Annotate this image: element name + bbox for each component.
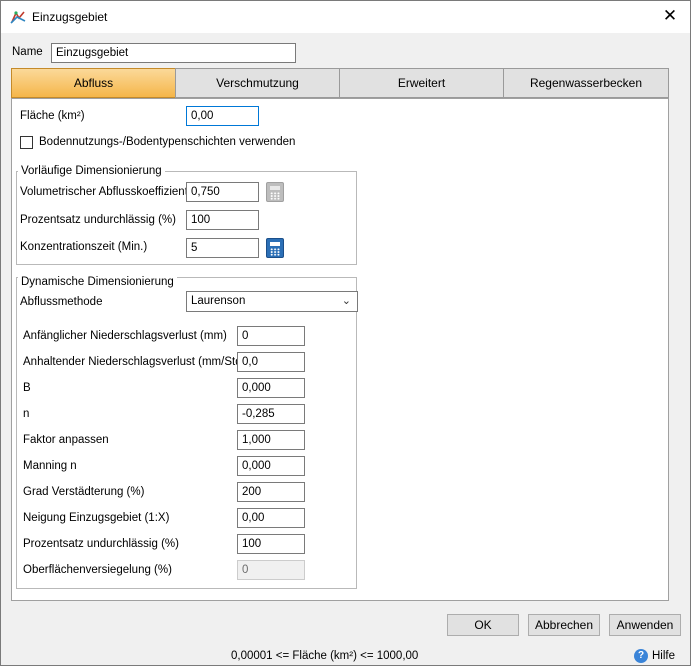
tab-bar: Abfluss Verschmutzung Erweitert Regenwas… (11, 68, 669, 98)
soil-layers-label: Bodennutzungs-/Bodentypenschichten verwe… (39, 136, 296, 148)
dialog-window: Einzugsgebiet ✕ Name Einzugsgebiet Abflu… (0, 0, 691, 666)
tab-abfluss[interactable]: Abfluss (11, 68, 176, 98)
field-label: Neigung Einzugsgebiet (1:X) (23, 512, 170, 524)
concentration-label: Konzentrationszeit (Min.) (20, 241, 148, 253)
status-hint: 0,00001 <= Fläche (km²) <= 1000,00 (231, 650, 419, 662)
surface-sealing-input: 0 (237, 560, 305, 580)
chevron-down-icon: ⌄ (341, 295, 351, 307)
calculator-icon[interactable] (266, 238, 284, 258)
initial-loss-input[interactable]: 0 (237, 326, 305, 346)
field-label: Prozentsatz undurchlässig (%) (23, 538, 179, 550)
close-button[interactable]: ✕ (650, 1, 690, 33)
soil-layers-checkbox[interactable] (20, 136, 33, 149)
catchment-app-icon (10, 11, 26, 24)
field-label: n (23, 408, 30, 420)
help-icon[interactable]: ? (634, 649, 648, 663)
field-label: Anfänglicher Niederschlagsverlust (mm) (23, 330, 227, 342)
urbanization-input[interactable]: 200 (237, 482, 305, 502)
cancel-button[interactable]: Abbrechen (528, 614, 600, 636)
field-label: Oberflächenversiegelung (%) (23, 564, 172, 576)
method-label: Abflussmethode (20, 296, 103, 308)
area-label: Fläche (km²) (20, 110, 85, 122)
impervious-dynamic-input[interactable]: 100 (237, 534, 305, 554)
continuing-loss-input[interactable]: 0,0 (237, 352, 305, 372)
window-title: Einzugsgebiet (32, 10, 108, 24)
field-label: Grad Verstädterung (%) (23, 486, 145, 498)
method-select[interactable]: Laurenson ⌄ (186, 291, 358, 312)
dynamic-title: Dynamische Dimensionierung (18, 276, 177, 288)
abfluss-panel: Fläche (km²) 0,00 Bodennutzungs-/Bodenty… (11, 98, 669, 601)
ok-button[interactable]: OK (447, 614, 519, 636)
field-label: Faktor anpassen (23, 434, 109, 446)
preliminary-title: Vorläufige Dimensionierung (18, 165, 165, 177)
help-link[interactable]: Hilfe (652, 650, 675, 662)
tab-regenwasserbecken[interactable]: Regenwasserbecken (503, 68, 669, 98)
impervious-input[interactable]: 100 (186, 210, 259, 230)
manning-n-input[interactable]: 0,000 (237, 456, 305, 476)
runoff-coeff-label: Volumetrischer Abflusskoeffizient (20, 186, 188, 198)
field-label: Manning n (23, 460, 77, 472)
slope-input[interactable]: 0,00 (237, 508, 305, 528)
concentration-input[interactable]: 5 (186, 238, 259, 258)
field-label: Anhaltender Niederschlagsverlust (mm/Std… (23, 356, 249, 368)
name-input[interactable]: Einzugsgebiet (51, 43, 296, 63)
field-label: B (23, 382, 31, 394)
tab-verschmutzung[interactable]: Verschmutzung (175, 68, 340, 98)
runoff-coeff-input[interactable]: 0,750 (186, 182, 259, 202)
area-input[interactable]: 0,00 (186, 106, 259, 126)
tab-erweitert[interactable]: Erweitert (339, 68, 504, 98)
name-label: Name (12, 46, 43, 58)
adjust-factor-input[interactable]: 1,000 (237, 430, 305, 450)
impervious-label: Prozentsatz undurchlässig (%) (20, 214, 176, 226)
calculator-icon (266, 182, 284, 202)
method-select-value: Laurenson (191, 295, 246, 307)
n-input[interactable]: -0,285 (237, 404, 305, 424)
apply-button[interactable]: Anwenden (609, 614, 681, 636)
title-bar: Einzugsgebiet ✕ (1, 1, 690, 33)
b-input[interactable]: 0,000 (237, 378, 305, 398)
